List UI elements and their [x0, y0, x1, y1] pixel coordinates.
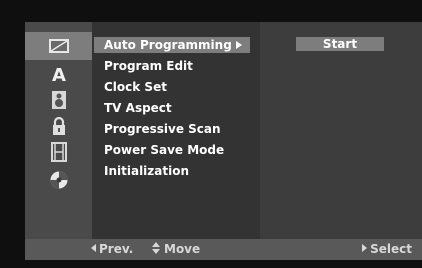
tv-setup-icon — [48, 39, 69, 53]
lock-icon — [52, 116, 65, 135]
menu-item-tv-aspect[interactable]: TV Aspect — [104, 100, 172, 116]
sidebar-item-disc[interactable] — [25, 166, 92, 194]
footer-prev: Prev. — [91, 242, 133, 256]
sidebar-item-audio[interactable] — [25, 86, 92, 114]
menu-item-power-save-mode[interactable]: Power Save Mode — [104, 142, 224, 158]
chevron-right-icon — [236, 41, 242, 49]
film-icon — [50, 142, 67, 162]
submenu-panel: Start — [260, 22, 422, 239]
menu-item-initialization[interactable]: Initialization — [104, 163, 189, 179]
settings-menu: Auto Programming Program Edit Clock Set … — [92, 22, 260, 239]
setup-menu-panel: A Auto Programming Program Edit Clock Se… — [25, 22, 422, 260]
sidebar-item-lock[interactable] — [25, 112, 92, 140]
language-icon: A — [52, 65, 66, 84]
select-label: Select — [370, 242, 412, 256]
arrow-right-icon — [362, 244, 368, 252]
move-label: Move — [164, 242, 201, 256]
audio-speaker-icon — [51, 91, 66, 109]
sidebar-item-tv-setup[interactable] — [25, 32, 92, 60]
footer-help-bar: Prev. Move Select — [25, 239, 422, 260]
sidebar-item-language[interactable]: A — [25, 60, 92, 88]
arrow-left-icon — [91, 244, 96, 252]
menu-item-label: Auto Programming — [104, 38, 232, 52]
menu-item-auto-programming[interactable]: Auto Programming — [94, 37, 250, 53]
menu-item-clock-set[interactable]: Clock Set — [104, 79, 167, 95]
category-sidebar: A — [25, 22, 92, 239]
footer-select: Select — [362, 242, 412, 256]
sidebar-item-film[interactable] — [25, 138, 92, 166]
prev-label: Prev. — [99, 242, 134, 256]
footer-move: Move — [151, 242, 200, 256]
svg-text:A: A — [52, 65, 66, 84]
menu-item-program-edit[interactable]: Program Edit — [104, 58, 193, 74]
start-button[interactable]: Start — [296, 37, 384, 51]
disc-icon — [50, 171, 67, 189]
menu-item-progressive-scan[interactable]: Progressive Scan — [104, 121, 221, 137]
up-down-arrows-icon — [151, 242, 161, 254]
